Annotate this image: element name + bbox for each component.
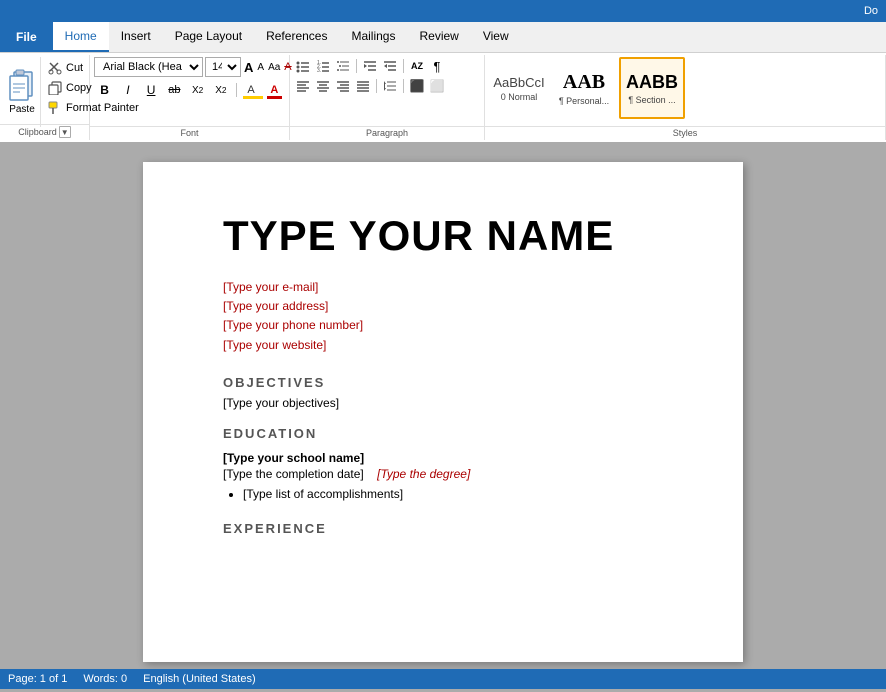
title-bar: Do xyxy=(0,0,886,22)
ribbon-tabs: File Home Insert Page Layout References … xyxy=(0,22,886,52)
title-text: Do xyxy=(864,5,878,17)
paragraph-top-row: 1. 2. 3. xyxy=(294,57,480,75)
bold-button[interactable]: B xyxy=(94,79,115,101)
style-normal-label: 0 Normal xyxy=(501,92,538,102)
tab-view[interactable]: View xyxy=(471,22,521,52)
font-size-selector[interactable]: 14 xyxy=(205,57,241,77)
document-page: TYPE YOUR NAME [Type your e-mail] [Type … xyxy=(143,162,743,662)
styles-group-label: Styles xyxy=(485,126,885,138)
paste-label: Paste xyxy=(9,104,35,115)
bullets-button[interactable] xyxy=(294,57,312,75)
font-grow-button[interactable]: A xyxy=(243,58,254,76)
change-case-button[interactable]: Aa xyxy=(267,58,281,76)
text-highlight-button[interactable]: A xyxy=(240,79,261,101)
page-info: Page: 1 of 1 xyxy=(8,673,67,685)
subscript-button[interactable]: X2 xyxy=(187,79,208,101)
paragraph-group-label: Paragraph xyxy=(290,126,484,138)
style-section-preview: AABB xyxy=(626,72,678,93)
objectives-text[interactable]: [Type your objectives] xyxy=(223,396,663,410)
email-field[interactable]: [Type your e-mail] xyxy=(223,278,663,297)
tab-references[interactable]: References xyxy=(254,22,339,52)
paragraph-bottom-row: ⬛ ⬜ xyxy=(294,77,480,95)
tab-mailings[interactable]: Mailings xyxy=(339,22,407,52)
paste-icon xyxy=(6,70,38,102)
status-bar: Page: 1 of 1 Words: 0 English (United St… xyxy=(0,669,886,689)
sort-button[interactable]: AZ xyxy=(408,57,426,75)
font-top-row: Arial Black (Hea 14 A A Aa A xyxy=(94,57,285,77)
clipboard-expand-button[interactable]: ▼ xyxy=(59,126,71,138)
document-name[interactable]: TYPE YOUR NAME xyxy=(223,212,663,260)
date-degree-row: [Type the completion date] [Type the deg… xyxy=(223,467,663,481)
numbering-button[interactable]: 1. 2. 3. xyxy=(314,57,332,75)
clipboard-group: Paste Cut xyxy=(0,55,90,140)
website-field[interactable]: [Type your website] xyxy=(223,336,663,355)
tab-review[interactable]: Review xyxy=(407,22,470,52)
phone-field[interactable]: [Type your phone number] xyxy=(223,316,663,335)
font-selector[interactable]: Arial Black (Hea xyxy=(94,57,203,77)
style-normal-button[interactable]: AaBbCcI 0 Normal xyxy=(489,57,549,119)
font-group-label: Font xyxy=(90,126,289,138)
document-contact: [Type your e-mail] [Type your address] [… xyxy=(223,278,663,355)
styles-group: AaBbCcI 0 Normal AAB ¶ Personal... AABB … xyxy=(485,55,886,140)
style-normal-preview: AaBbCcI xyxy=(493,75,544,90)
styles-row: AaBbCcI 0 Normal AAB ¶ Personal... AABB … xyxy=(489,57,881,119)
word-count: Words: 0 xyxy=(83,673,127,685)
style-personal-button[interactable]: AAB ¶ Personal... xyxy=(551,57,617,119)
decrease-indent-button[interactable] xyxy=(361,57,379,75)
shading-button[interactable]: ⬛ xyxy=(408,77,426,95)
tab-page-layout[interactable]: Page Layout xyxy=(163,22,254,52)
accomplishments-list: [Type list of accomplishments] xyxy=(243,487,663,501)
align-center-button[interactable] xyxy=(314,77,332,95)
format-painter-icon xyxy=(47,100,63,116)
file-tab[interactable]: File xyxy=(0,22,53,52)
copy-label: Copy xyxy=(66,82,92,94)
language: English (United States) xyxy=(143,673,256,685)
font-group: Arial Black (Hea 14 A A Aa A B I U ab X2… xyxy=(90,55,290,140)
document-area: TYPE YOUR NAME [Type your e-mail] [Type … xyxy=(0,142,886,669)
superscript-button[interactable]: X2 xyxy=(210,79,231,101)
objectives-section-title: OBJECTIVES xyxy=(223,375,663,390)
tab-home[interactable]: Home xyxy=(53,22,109,52)
school-name-field[interactable]: [Type your school name] xyxy=(223,451,663,465)
address-field[interactable]: [Type your address] xyxy=(223,297,663,316)
justify-button[interactable] xyxy=(354,77,372,95)
education-section-title: EDUCATION xyxy=(223,426,663,441)
ribbon-content: Paste Cut xyxy=(0,52,886,142)
experience-section-title: EXPERIENCE xyxy=(223,521,663,536)
paste-button[interactable]: Paste xyxy=(4,57,41,127)
align-right-button[interactable] xyxy=(334,77,352,95)
strikethrough-button[interactable]: ab xyxy=(164,79,185,101)
cut-label: Cut xyxy=(66,62,83,74)
style-personal-preview: AAB xyxy=(563,71,605,94)
increase-indent-button[interactable] xyxy=(381,57,399,75)
line-spacing-button[interactable] xyxy=(381,77,399,95)
show-marks-button[interactable]: ¶ xyxy=(428,57,446,75)
clipboard-group-label: Clipboard ▼ xyxy=(0,124,89,138)
cut-icon xyxy=(47,60,63,76)
italic-button[interactable]: I xyxy=(117,79,138,101)
tab-insert[interactable]: Insert xyxy=(109,22,163,52)
font-shrink-button[interactable]: A xyxy=(256,58,265,76)
completion-date-field[interactable]: [Type the completion date] xyxy=(223,467,364,481)
border-button[interactable]: ⬜ xyxy=(428,77,446,95)
underline-button[interactable]: U xyxy=(141,79,162,101)
style-section-button[interactable]: AABB ¶ Section ... xyxy=(619,57,685,119)
paragraph-group: 1. 2. 3. xyxy=(290,55,485,140)
font-bottom-row: B I U ab X2 X2 A A xyxy=(94,79,285,101)
degree-field[interactable]: [Type the degree] xyxy=(377,467,470,481)
align-left-button[interactable] xyxy=(294,77,312,95)
style-section-label: ¶ Section ... xyxy=(628,95,675,105)
copy-icon xyxy=(47,80,63,96)
accomplishment-item[interactable]: [Type list of accomplishments] xyxy=(243,487,663,501)
font-color-button[interactable]: A xyxy=(264,79,285,101)
svg-text:3.: 3. xyxy=(317,68,321,73)
multilevel-list-button[interactable] xyxy=(334,57,352,75)
style-personal-label: ¶ Personal... xyxy=(559,96,609,106)
